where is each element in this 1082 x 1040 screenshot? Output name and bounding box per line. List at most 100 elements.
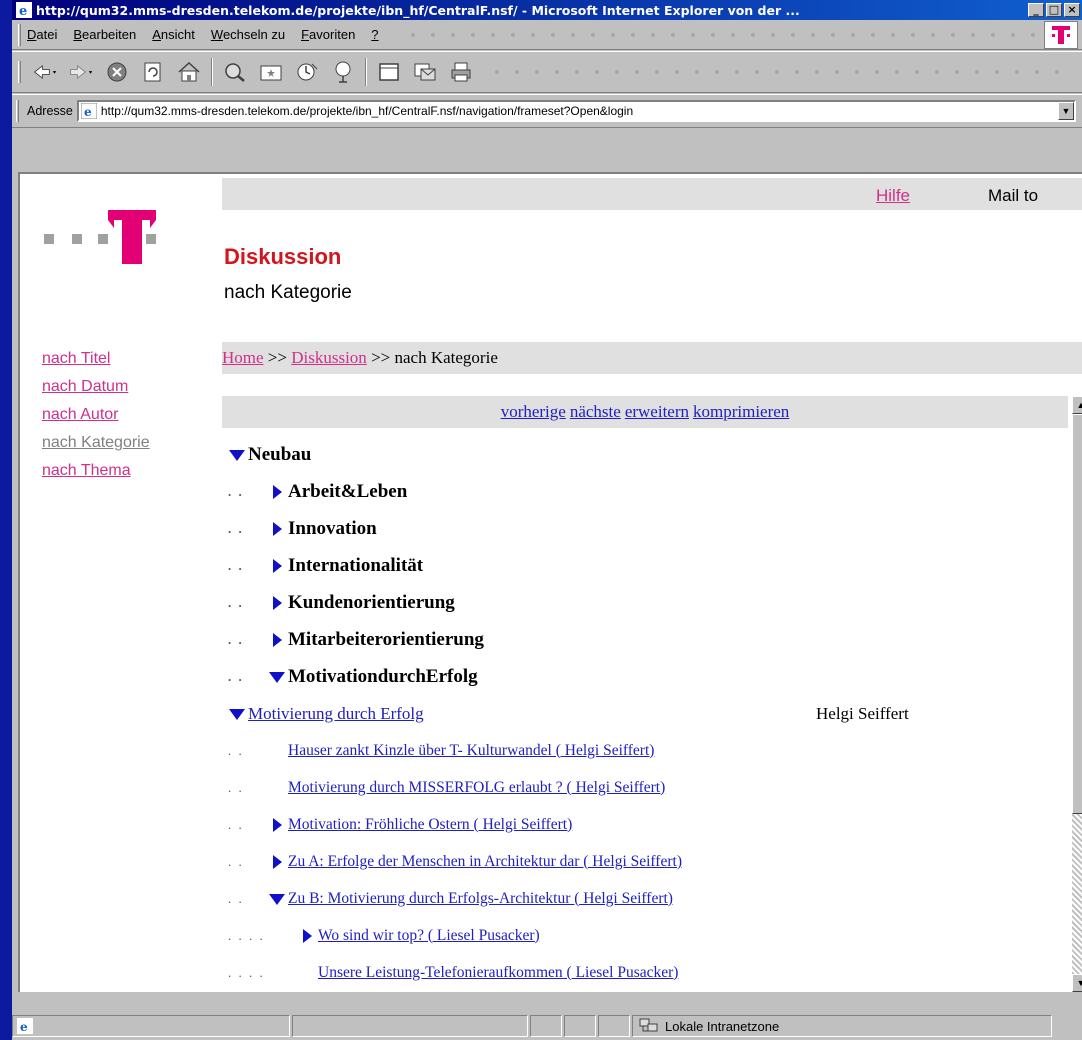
address-input[interactable]: e http://qum32.mms-dresden.telekom.de/pr… — [76, 100, 1076, 122]
sidenav-link[interactable]: nach Titel — [42, 350, 150, 368]
mail-to-link[interactable]: Mail to — [988, 186, 1038, 206]
svg-text:e: e — [19, 4, 27, 18]
topic-row: . . Zu A: Erfolge der Menschen in Archite… — [228, 843, 1068, 880]
sidenav-link[interactable]: nach Kategorie — [42, 434, 150, 452]
menu-item[interactable]: ? — [371, 27, 378, 42]
sidenav-link[interactable]: nach Datum — [42, 378, 150, 396]
collapse-triangle-icon[interactable] — [268, 669, 286, 685]
breadcrumb-home[interactable]: Home — [222, 348, 264, 367]
expand-triangle-icon[interactable] — [268, 521, 286, 537]
address-grip — [16, 100, 19, 122]
topic-row: . . Hauser zankt Kinzle über T- Kulturwan… — [228, 732, 1068, 769]
indent-dots: . . — [228, 853, 244, 869]
menu-item[interactable]: Favoriten — [301, 27, 355, 42]
toolbar-filler — [487, 69, 1074, 75]
sidenav-link[interactable]: nach Thema — [42, 462, 150, 480]
topic-row: . . . . Unsere Leistung-Telefonieraufkomm… — [228, 954, 1068, 991]
refresh-icon[interactable] — [140, 59, 166, 85]
topic-link[interactable]: Wo sind wir top? ( Liesel Pusacker) — [318, 927, 540, 945]
stop-icon[interactable] — [104, 59, 130, 85]
back-icon[interactable] — [32, 59, 58, 85]
home-icon[interactable] — [176, 59, 202, 85]
menu-item[interactable]: Bearbeiten — [73, 27, 136, 42]
topic-link[interactable]: Motivierung durch MISSERFOLG erlaubt ? (… — [288, 779, 665, 797]
indent-dots: . . — [228, 890, 244, 906]
expand-triangle-icon[interactable] — [298, 928, 316, 944]
topic-link[interactable]: Unsere Leistung-Telefonieraufkommen ( Li… — [318, 964, 678, 982]
category-label[interactable]: Internationalität — [288, 555, 423, 577]
topic-link[interactable]: Zu B: Motivierung durch Erfolgs-Architek… — [288, 890, 673, 908]
indent-dots: . . . . — [228, 964, 265, 980]
address-url[interactable]: http://qum32.mms-dresden.telekom.de/proj… — [101, 104, 1058, 118]
topic-link[interactable]: Motivierung durch Erfolg — [248, 704, 424, 724]
category-label[interactable]: Kundenorientierung — [288, 592, 455, 614]
ie-logo-icon: e — [16, 2, 32, 18]
breadcrumb-diskussion[interactable]: Diskussion — [291, 348, 367, 367]
help-link[interactable]: Hilfe — [876, 186, 910, 206]
close-button[interactable]: × — [1064, 3, 1080, 17]
mail-icon[interactable] — [412, 59, 438, 85]
status-pane — [292, 1015, 528, 1037]
topic-link[interactable]: Zu A: Erfolge der Menschen in Architektu… — [288, 853, 682, 871]
scroll-down-icon[interactable]: ▼ — [1072, 974, 1082, 992]
top-strip — [222, 178, 1082, 210]
status-pane — [598, 1015, 630, 1037]
category-label[interactable]: Mitarbeiterorientierung — [288, 629, 484, 651]
status-zone-text: Lokale Intranetzone — [665, 1018, 780, 1034]
menu-item[interactable]: Datei — [27, 27, 57, 42]
category-label[interactable]: MotivationdurchErfolg — [288, 666, 478, 688]
category-row: . . MotivationdurchErfolg — [228, 658, 1068, 695]
topic-row: . . . . Wo sind wir top? ( Liesel Pusacke… — [228, 917, 1068, 954]
menu-item[interactable]: Wechseln zu — [211, 27, 285, 42]
view-nav-link[interactable]: komprimieren — [693, 402, 789, 421]
indent-dots: . . — [228, 816, 244, 832]
menu-item[interactable]: Ansicht — [152, 27, 195, 42]
expand-triangle-icon[interactable] — [268, 484, 286, 500]
view-nav-link[interactable]: erweitern — [625, 402, 689, 421]
topic-row: . . Zu B: Motivierung durch Erfolgs-Archi… — [228, 880, 1068, 917]
maximize-button[interactable]: □ — [1046, 3, 1062, 17]
scroll-up-icon[interactable]: ▲ — [1072, 396, 1082, 414]
page-icon: e — [80, 103, 97, 119]
address-dropdown-icon[interactable]: ▼ — [1058, 102, 1074, 120]
ie-status-icon: e — [17, 1018, 33, 1034]
indent-dots: . . — [228, 557, 244, 573]
window-title: http://qum32.mms-dresden.telekom.de/proj… — [36, 2, 800, 18]
category-label[interactable]: Innovation — [288, 518, 377, 540]
indent-dots: . . — [228, 631, 244, 647]
collapse-triangle-icon[interactable] — [228, 706, 246, 722]
topic-author: Helgi Seiffert — [816, 703, 909, 723]
indent-dots: . . — [228, 668, 244, 684]
minimize-button[interactable]: _ — [1028, 3, 1044, 17]
address-label: Adresse — [27, 104, 73, 118]
expand-triangle-icon[interactable] — [268, 632, 286, 648]
topic-link[interactable]: Motivation: Fröhliche Ostern ( Helgi Sei… — [288, 816, 572, 834]
expand-triangle-icon[interactable] — [268, 854, 286, 870]
fullscreen-icon[interactable] — [376, 59, 402, 85]
status-pane — [530, 1015, 562, 1037]
category-label[interactable]: Arbeit&Leben — [288, 481, 407, 503]
category-label[interactable]: Neubau — [248, 444, 311, 466]
view-nav-link[interactable]: nächste — [570, 402, 621, 421]
topic-link[interactable]: Hauser zankt Kinzle über T- Kulturwandel… — [288, 742, 654, 760]
channels-icon[interactable] — [330, 59, 356, 85]
print-icon[interactable] — [448, 59, 474, 85]
expand-triangle-icon[interactable] — [268, 817, 286, 833]
forward-icon[interactable] — [68, 59, 94, 85]
favorites-icon[interactable] — [258, 59, 284, 85]
sidenav-link[interactable]: nach Autor — [42, 406, 150, 424]
breadcrumb-separator: >> — [267, 348, 287, 367]
collapse-triangle-icon[interactable] — [268, 891, 286, 907]
expand-triangle-icon[interactable] — [268, 595, 286, 611]
search-icon[interactable] — [222, 59, 248, 85]
vertical-scrollbar[interactable]: ▲ ▼ — [1072, 396, 1082, 992]
status-main: e — [12, 1015, 290, 1037]
collapse-triangle-icon[interactable] — [228, 447, 246, 463]
view-nav-link[interactable]: vorherige — [501, 402, 566, 421]
breadcrumb: Home >> Diskussion >> nach Kategorie — [222, 342, 1082, 374]
expand-triangle-icon[interactable] — [268, 558, 286, 574]
scroll-track[interactable] — [1072, 814, 1082, 974]
scroll-thumb[interactable] — [1072, 414, 1082, 814]
history-icon[interactable] — [294, 59, 320, 85]
toolbar-separator — [365, 58, 367, 86]
